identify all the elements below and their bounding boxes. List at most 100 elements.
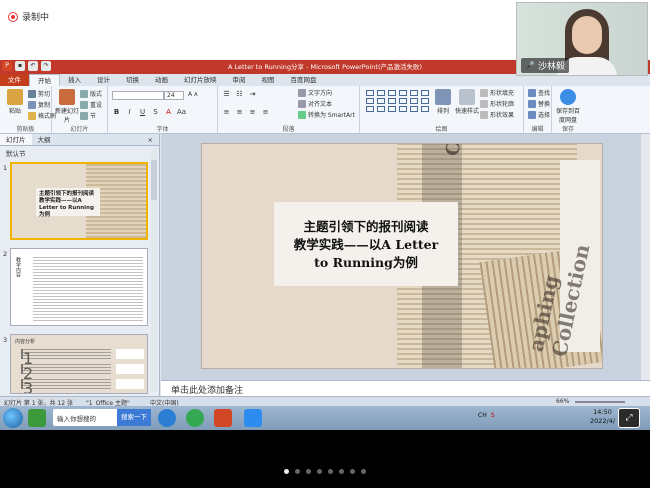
page-dot[interactable] bbox=[317, 469, 322, 474]
copy-button[interactable]: 复制 bbox=[28, 100, 50, 109]
arrange-button[interactable]: 排列 bbox=[430, 89, 456, 115]
screenshot-icon[interactable]: ⤢ bbox=[618, 408, 640, 428]
slide-thumbnail-1[interactable]: 主题引领下的报刊阅读教学实践——以A Letter to Running为例 bbox=[10, 162, 148, 240]
save-baidu-label: 保存到百度网盘 bbox=[555, 108, 580, 124]
browser-icon[interactable] bbox=[186, 409, 204, 427]
bold-button[interactable]: B bbox=[112, 108, 121, 116]
page-dot[interactable] bbox=[350, 469, 355, 474]
quick-styles-button[interactable]: 快速样式 bbox=[454, 89, 480, 115]
layout-button[interactable]: 版式 bbox=[80, 89, 102, 98]
zoom-slider[interactable] bbox=[575, 401, 625, 403]
recording-label: 录制中 bbox=[22, 13, 50, 23]
shape-outline-button[interactable]: 形状轮廓 bbox=[480, 99, 514, 108]
tab-outline[interactable]: 大纲 bbox=[32, 134, 57, 145]
tab-file[interactable]: 文件 bbox=[0, 74, 29, 86]
font-format-buttons: B I U S A Aa bbox=[112, 108, 186, 116]
slide-thumbnail-2[interactable]: 教学内容 bbox=[10, 248, 148, 326]
app-icon[interactable] bbox=[28, 409, 46, 427]
align-buttons: ≡ ≡ ≡ ≡ bbox=[222, 108, 270, 116]
paste-button[interactable]: 粘贴 bbox=[2, 89, 28, 115]
tab-animations[interactable]: 动画 bbox=[147, 74, 176, 86]
numbering-button[interactable]: ☷ bbox=[235, 90, 244, 98]
scrollbar-thumb[interactable] bbox=[151, 160, 157, 200]
page-dot[interactable] bbox=[339, 469, 344, 474]
page-dot[interactable] bbox=[284, 469, 289, 474]
webcam-name: 沙林毅 bbox=[537, 62, 565, 72]
system-tray: CH S bbox=[478, 412, 495, 419]
shape-fill-button[interactable]: 形状填充 bbox=[480, 88, 514, 97]
cut-label: 剪切 bbox=[38, 91, 51, 98]
strike-button[interactable]: S bbox=[151, 108, 160, 116]
search-button[interactable]: 搜索一下 bbox=[117, 409, 151, 426]
page-dot[interactable] bbox=[295, 469, 300, 474]
ie-icon[interactable] bbox=[158, 409, 176, 427]
font-color-button[interactable]: A bbox=[164, 108, 173, 116]
italic-button[interactable]: I bbox=[125, 108, 134, 116]
align-right-button[interactable]: ≡ bbox=[248, 108, 257, 116]
page-dot[interactable] bbox=[361, 469, 366, 474]
ime-indicator[interactable]: CH bbox=[478, 412, 487, 419]
tab-slideshow[interactable]: 幻灯片放映 bbox=[176, 74, 225, 86]
tab-transitions[interactable]: 切换 bbox=[118, 74, 147, 86]
save-group-label: 保存 bbox=[561, 126, 574, 133]
new-slide-button[interactable]: 新建幻灯片 bbox=[54, 89, 80, 124]
thumb-title: 主题引领下的报刊阅读教学实践——以A Letter to Running为例 bbox=[36, 188, 100, 218]
page-dot[interactable] bbox=[306, 469, 311, 474]
search-input[interactable]: 输入你想搜的 bbox=[57, 413, 96, 423]
section-header[interactable]: 默认节 bbox=[0, 146, 159, 160]
align-text-label: 对齐文本 bbox=[308, 101, 333, 108]
find-button[interactable]: 查找 bbox=[528, 88, 550, 97]
input-method-icon[interactable]: S bbox=[491, 412, 495, 419]
slide-title-box[interactable]: 主题引领下的报刊阅读 教学实践——以A Letter to Running为例 bbox=[274, 202, 458, 286]
page-indicator bbox=[0, 469, 650, 474]
section-icon bbox=[80, 111, 88, 120]
text-direction-button[interactable]: 文字方向 bbox=[298, 88, 332, 97]
notes-pane[interactable]: 单击此处添加备注 bbox=[161, 380, 650, 396]
webcam-person-face bbox=[572, 16, 602, 54]
thumb-bullet: 3 bbox=[21, 379, 111, 393]
tab-slides[interactable]: 幻灯片 bbox=[0, 134, 32, 145]
cut-button[interactable]: 剪切 bbox=[28, 89, 50, 98]
align-center-button[interactable]: ≡ bbox=[235, 108, 244, 116]
smartart-button[interactable]: 转换为 SmartArt bbox=[298, 110, 355, 119]
slide-thumbnail-3[interactable]: 内容分析 1 2 3 bbox=[10, 334, 148, 394]
section-button[interactable]: 节 bbox=[80, 111, 96, 120]
tab-insert[interactable]: 插入 bbox=[60, 74, 89, 86]
indent-button[interactable]: ⇥ bbox=[248, 90, 257, 98]
close-icon[interactable]: × bbox=[142, 134, 159, 145]
grow-font-button[interactable]: AA bbox=[188, 91, 198, 98]
save-baidu-button[interactable]: 保存到百度网盘 bbox=[555, 89, 581, 124]
slides-pane-scrollbar[interactable] bbox=[151, 148, 157, 392]
shape-effects-button[interactable]: 形状效果 bbox=[480, 110, 514, 119]
thumb-cell bbox=[116, 364, 144, 374]
thumb-cell bbox=[116, 349, 144, 359]
tab-home[interactable]: 开始 bbox=[29, 74, 60, 86]
tab-design[interactable]: 设计 bbox=[89, 74, 118, 86]
reset-button[interactable]: 重设 bbox=[80, 100, 102, 109]
tab-review[interactable]: 审阅 bbox=[225, 74, 254, 86]
align-text-button[interactable]: 对齐文本 bbox=[298, 99, 332, 108]
current-slide[interactable]: Collection aphing Collection 主题引领下的报刊阅读 … bbox=[201, 143, 603, 369]
recording-indicator[interactable]: 录制中 bbox=[8, 10, 49, 23]
tab-baidu[interactable]: 百度网盘 bbox=[283, 74, 325, 86]
start-button[interactable] bbox=[3, 408, 23, 428]
page-dot[interactable] bbox=[328, 469, 333, 474]
tab-view[interactable]: 视图 bbox=[254, 74, 283, 86]
editor-scrollbar[interactable] bbox=[641, 134, 650, 380]
align-left-button[interactable]: ≡ bbox=[222, 108, 231, 116]
webcam-feed: 🎤 沙林毅 bbox=[516, 2, 648, 76]
justify-button[interactable]: ≡ bbox=[261, 108, 270, 116]
select-button[interactable]: 选择 bbox=[528, 110, 550, 119]
shapes-gallery[interactable] bbox=[366, 90, 430, 112]
taskbar-search[interactable]: 输入你想搜的 搜索一下 bbox=[53, 409, 151, 426]
meeting-app-icon[interactable] bbox=[244, 409, 262, 427]
replace-button[interactable]: 替换 bbox=[528, 99, 550, 108]
underline-button[interactable]: U bbox=[138, 108, 147, 116]
powerpoint-icon[interactable] bbox=[214, 409, 232, 427]
font-size-select[interactable]: 24 bbox=[164, 91, 184, 100]
char-spacing-button[interactable]: Aa bbox=[177, 108, 186, 116]
clock[interactable]: 14:50 2022/4/ bbox=[590, 408, 615, 426]
smartart-icon bbox=[298, 110, 306, 119]
font-name-select[interactable] bbox=[112, 91, 164, 100]
bullets-button[interactable]: ☰ bbox=[222, 90, 231, 98]
